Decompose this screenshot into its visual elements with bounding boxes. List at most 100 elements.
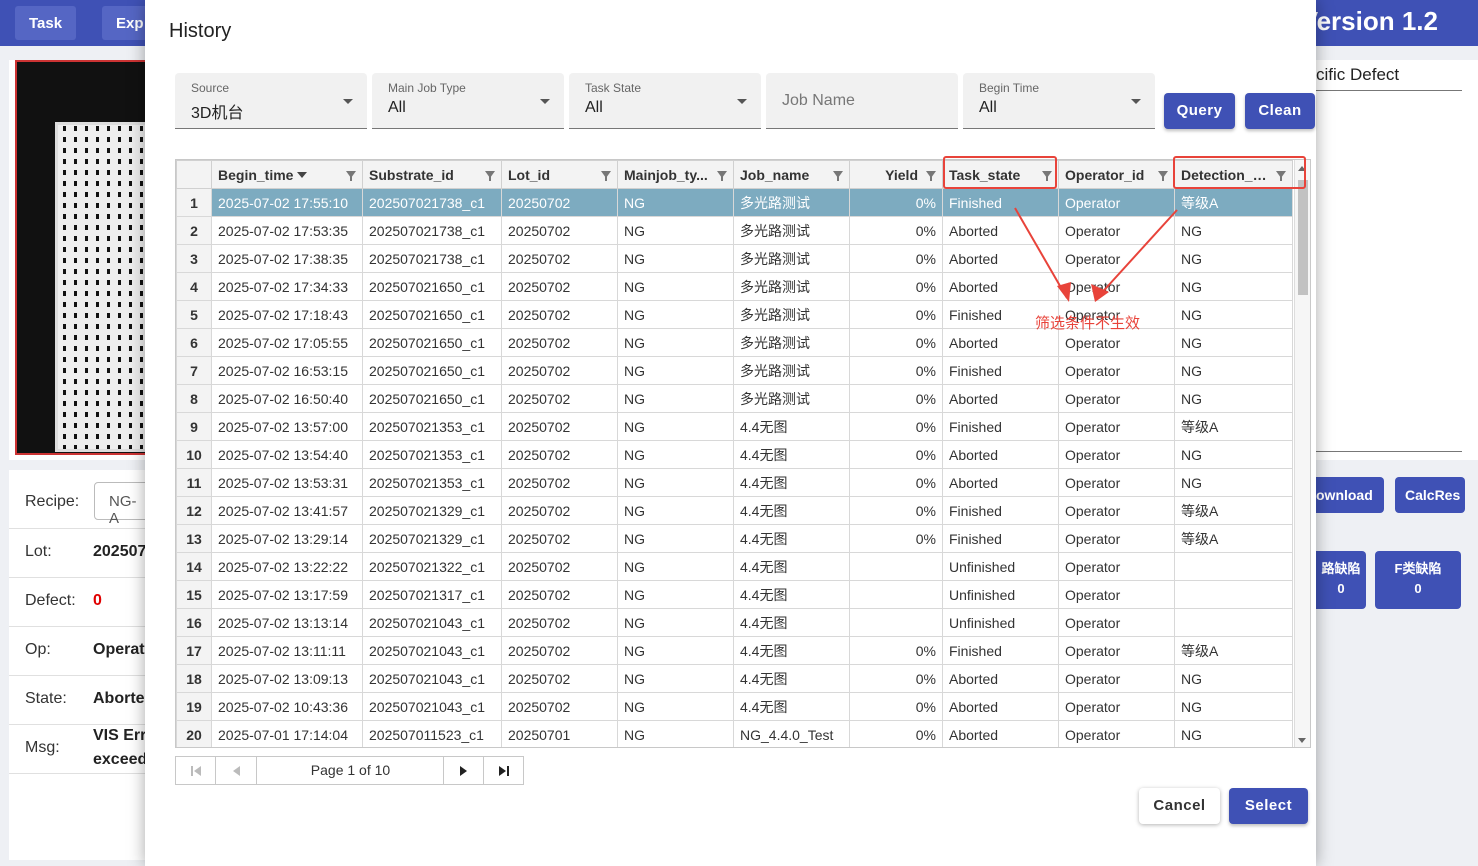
cell-yield[interactable]: 0% xyxy=(849,412,943,441)
cell-task-state[interactable]: Aborted xyxy=(942,440,1059,469)
cell-begin-time[interactable]: 2025-07-02 13:57:00 xyxy=(211,412,363,441)
cell-job-name[interactable]: 多光路测试 xyxy=(733,384,850,413)
cell-begin-time[interactable]: 2025-07-02 17:18:43 xyxy=(211,300,363,329)
cell-row-number[interactable]: 11 xyxy=(176,468,212,497)
task-button[interactable]: Task xyxy=(15,6,77,40)
cell-mainjob-type[interactable]: NG xyxy=(617,552,734,581)
cell-substrate-id[interactable]: 202507021043_c1 xyxy=(362,692,502,721)
cell-substrate-id[interactable]: 202507021353_c1 xyxy=(362,440,502,469)
cell-detection-result[interactable]: NG xyxy=(1174,216,1293,245)
cell-yield[interactable]: 0% xyxy=(849,720,943,747)
cell-row-number[interactable]: 16 xyxy=(176,608,212,637)
cell-mainjob-type[interactable]: NG xyxy=(617,356,734,385)
table-row[interactable]: 17 2025-07-02 13:11:11 202507021043_c1 2025… xyxy=(176,636,1293,665)
clean-button[interactable]: Clean xyxy=(1245,93,1315,129)
cell-row-number[interactable]: 20 xyxy=(176,720,212,747)
cell-task-state[interactable]: Unfinished xyxy=(942,608,1059,637)
cell-operator-id[interactable]: Operator xyxy=(1058,440,1175,469)
cell-mainjob-type[interactable]: NG xyxy=(617,468,734,497)
cell-yield[interactable]: 0% xyxy=(849,356,943,385)
cell-begin-time[interactable]: 2025-07-02 13:17:59 xyxy=(211,580,363,609)
cell-lot-id[interactable]: 20250702 xyxy=(501,496,618,525)
table-row[interactable]: 16 2025-07-02 13:13:14 202507021043_c1 2025… xyxy=(176,608,1293,637)
previous-page-button[interactable] xyxy=(217,757,257,784)
cell-detection-result[interactable]: NG xyxy=(1174,664,1293,693)
filter-icon[interactable] xyxy=(346,171,356,181)
cell-substrate-id[interactable]: 202507021322_c1 xyxy=(362,552,502,581)
cell-mainjob-type[interactable]: NG xyxy=(617,496,734,525)
cell-substrate-id[interactable]: 202507021650_c1 xyxy=(362,328,502,357)
cancel-button[interactable]: Cancel xyxy=(1139,788,1220,824)
cell-task-state[interactable]: Finished xyxy=(942,496,1059,525)
begin-time-select[interactable]: Begin Time All xyxy=(963,73,1155,129)
job-name-input[interactable]: Job Name xyxy=(766,73,958,129)
cell-yield[interactable]: 0% xyxy=(849,496,943,525)
cell-detection-result[interactable]: NG xyxy=(1174,244,1293,273)
sort-descending-icon[interactable] xyxy=(297,172,308,179)
cell-begin-time[interactable]: 2025-07-02 16:50:40 xyxy=(211,384,363,413)
cell-mainjob-type[interactable]: NG xyxy=(617,580,734,609)
cell-lot-id[interactable]: 20250702 xyxy=(501,216,618,245)
cell-detection-result[interactable]: NG xyxy=(1174,384,1293,413)
cell-job-name[interactable]: 4.4无图 xyxy=(733,440,850,469)
cell-job-name[interactable]: 多光路测试 xyxy=(733,188,850,217)
source-select[interactable]: Source 3D机台 xyxy=(175,73,367,129)
cell-detection-result[interactable]: NG xyxy=(1174,272,1293,301)
cell-mainjob-type[interactable]: NG xyxy=(617,328,734,357)
cell-yield[interactable]: 0% xyxy=(849,636,943,665)
cell-operator-id[interactable]: Operator xyxy=(1058,468,1175,497)
filter-icon[interactable] xyxy=(485,171,495,181)
cell-yield[interactable]: 0% xyxy=(849,188,943,217)
cell-yield[interactable]: 0% xyxy=(849,328,943,357)
next-page-button[interactable] xyxy=(444,757,484,784)
cell-lot-id[interactable]: 20250702 xyxy=(501,664,618,693)
cell-lot-id[interactable]: 20250702 xyxy=(501,608,618,637)
cell-row-number[interactable]: 5 xyxy=(176,300,212,329)
cell-mainjob-type[interactable]: NG xyxy=(617,244,734,273)
table-row[interactable]: 19 2025-07-02 10:43:36 202507021043_c1 2025… xyxy=(176,692,1293,721)
cell-yield[interactable]: 0% xyxy=(849,272,943,301)
cell-detection-result[interactable]: NG xyxy=(1174,328,1293,357)
filter-icon[interactable] xyxy=(926,171,936,181)
table-row[interactable]: 11 2025-07-02 13:53:31 202507021353_c1 2025… xyxy=(176,468,1293,497)
cell-lot-id[interactable]: 20250702 xyxy=(501,300,618,329)
cell-substrate-id[interactable]: 202507021650_c1 xyxy=(362,300,502,329)
cell-yield[interactable] xyxy=(849,580,943,609)
cell-mainjob-type[interactable]: NG xyxy=(617,692,734,721)
cell-row-number[interactable]: 2 xyxy=(176,216,212,245)
cell-operator-id[interactable]: Operator xyxy=(1058,384,1175,413)
cell-job-name[interactable]: 多光路测试 xyxy=(733,300,850,329)
cell-yield[interactable] xyxy=(849,552,943,581)
cell-substrate-id[interactable]: 202507021043_c1 xyxy=(362,636,502,665)
cell-task-state[interactable]: Aborted xyxy=(942,692,1059,721)
cell-detection-result[interactable]: NG xyxy=(1174,300,1293,329)
cell-row-number[interactable]: 4 xyxy=(176,272,212,301)
cell-substrate-id[interactable]: 202507021353_c1 xyxy=(362,412,502,441)
cell-task-state[interactable]: Aborted xyxy=(942,384,1059,413)
cell-job-name[interactable]: NG_4.4.0_Test xyxy=(733,720,850,747)
table-row[interactable]: 9 2025-07-02 13:57:00 202507021353_c1 20250… xyxy=(176,412,1293,441)
query-button[interactable]: Query xyxy=(1164,93,1235,129)
cell-operator-id[interactable]: Operator xyxy=(1058,496,1175,525)
cell-job-name[interactable]: 多光路测试 xyxy=(733,272,850,301)
cell-lot-id[interactable]: 20250702 xyxy=(501,552,618,581)
cell-substrate-id[interactable]: 202507011523_c1 xyxy=(362,720,502,747)
cell-operator-id[interactable]: Operator xyxy=(1058,356,1175,385)
cell-row-number[interactable]: 10 xyxy=(176,440,212,469)
cell-task-state[interactable]: Finished xyxy=(942,524,1059,553)
cell-mainjob-type[interactable]: NG xyxy=(617,608,734,637)
cell-row-number[interactable]: 8 xyxy=(176,384,212,413)
cell-begin-time[interactable]: 2025-07-02 17:05:55 xyxy=(211,328,363,357)
cell-task-state[interactable]: Unfinished xyxy=(942,580,1059,609)
filter-icon[interactable] xyxy=(601,171,611,181)
first-page-button[interactable] xyxy=(176,757,216,784)
cell-mainjob-type[interactable]: NG xyxy=(617,720,734,747)
cell-detection-result[interactable]: 等级A xyxy=(1174,188,1293,217)
cell-row-number[interactable]: 15 xyxy=(176,580,212,609)
cell-mainjob-type[interactable]: NG xyxy=(617,440,734,469)
cell-substrate-id[interactable]: 202507021738_c1 xyxy=(362,244,502,273)
cell-lot-id[interactable]: 20250702 xyxy=(501,384,618,413)
cell-job-name[interactable]: 多光路测试 xyxy=(733,244,850,273)
cell-mainjob-type[interactable]: NG xyxy=(617,524,734,553)
cell-lot-id[interactable]: 20250702 xyxy=(501,356,618,385)
